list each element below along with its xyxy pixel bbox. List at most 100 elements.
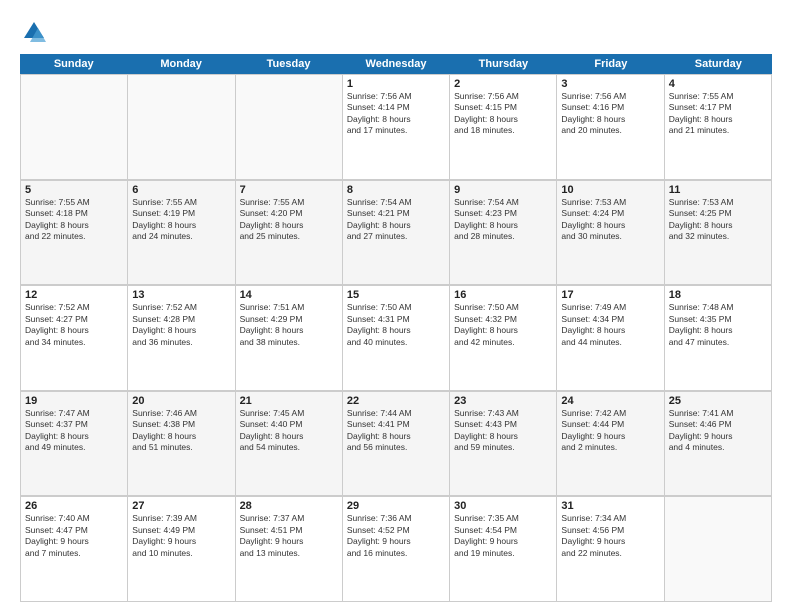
day-number: 14 [240, 289, 338, 301]
calendar-day-21: 21Sunrise: 7:45 AM Sunset: 4:40 PM Dayli… [236, 392, 343, 497]
day-info: Sunrise: 7:34 AM Sunset: 4:56 PM Dayligh… [561, 513, 659, 559]
weekday-header-wednesday: Wednesday [342, 54, 449, 74]
calendar-day-8: 8Sunrise: 7:54 AM Sunset: 4:21 PM Daylig… [343, 181, 450, 286]
day-number: 11 [669, 184, 767, 196]
day-info: Sunrise: 7:35 AM Sunset: 4:54 PM Dayligh… [454, 513, 552, 559]
calendar-empty-cell [665, 497, 772, 602]
calendar-day-29: 29Sunrise: 7:36 AM Sunset: 4:52 PM Dayli… [343, 497, 450, 602]
day-info: Sunrise: 7:43 AM Sunset: 4:43 PM Dayligh… [454, 408, 552, 454]
day-info: Sunrise: 7:39 AM Sunset: 4:49 PM Dayligh… [132, 513, 230, 559]
calendar-week-1: 1Sunrise: 7:56 AM Sunset: 4:14 PM Daylig… [20, 74, 772, 180]
day-number: 2 [454, 78, 552, 90]
day-info: Sunrise: 7:37 AM Sunset: 4:51 PM Dayligh… [240, 513, 338, 559]
day-number: 5 [25, 184, 123, 196]
calendar-day-26: 26Sunrise: 7:40 AM Sunset: 4:47 PM Dayli… [21, 497, 128, 602]
calendar-day-23: 23Sunrise: 7:43 AM Sunset: 4:43 PM Dayli… [450, 392, 557, 497]
calendar-day-15: 15Sunrise: 7:50 AM Sunset: 4:31 PM Dayli… [343, 286, 450, 391]
logo-icon [20, 18, 48, 46]
calendar-day-27: 27Sunrise: 7:39 AM Sunset: 4:49 PM Dayli… [128, 497, 235, 602]
day-number: 26 [25, 500, 123, 512]
calendar-day-1: 1Sunrise: 7:56 AM Sunset: 4:14 PM Daylig… [343, 75, 450, 180]
day-number: 21 [240, 395, 338, 407]
day-number: 31 [561, 500, 659, 512]
day-number: 1 [347, 78, 445, 90]
day-number: 12 [25, 289, 123, 301]
calendar-day-12: 12Sunrise: 7:52 AM Sunset: 4:27 PM Dayli… [21, 286, 128, 391]
calendar-day-7: 7Sunrise: 7:55 AM Sunset: 4:20 PM Daylig… [236, 181, 343, 286]
day-number: 7 [240, 184, 338, 196]
day-info: Sunrise: 7:52 AM Sunset: 4:27 PM Dayligh… [25, 302, 123, 348]
calendar-day-22: 22Sunrise: 7:44 AM Sunset: 4:41 PM Dayli… [343, 392, 450, 497]
day-info: Sunrise: 7:47 AM Sunset: 4:37 PM Dayligh… [25, 408, 123, 454]
day-number: 30 [454, 500, 552, 512]
day-info: Sunrise: 7:46 AM Sunset: 4:38 PM Dayligh… [132, 408, 230, 454]
day-info: Sunrise: 7:55 AM Sunset: 4:20 PM Dayligh… [240, 197, 338, 243]
day-number: 3 [561, 78, 659, 90]
calendar-day-9: 9Sunrise: 7:54 AM Sunset: 4:23 PM Daylig… [450, 181, 557, 286]
day-info: Sunrise: 7:41 AM Sunset: 4:46 PM Dayligh… [669, 408, 767, 454]
calendar-day-31: 31Sunrise: 7:34 AM Sunset: 4:56 PM Dayli… [557, 497, 664, 602]
day-number: 17 [561, 289, 659, 301]
day-info: Sunrise: 7:55 AM Sunset: 4:19 PM Dayligh… [132, 197, 230, 243]
day-number: 27 [132, 500, 230, 512]
day-info: Sunrise: 7:54 AM Sunset: 4:21 PM Dayligh… [347, 197, 445, 243]
header [20, 18, 772, 46]
weekday-header-tuesday: Tuesday [235, 54, 342, 74]
calendar-day-16: 16Sunrise: 7:50 AM Sunset: 4:32 PM Dayli… [450, 286, 557, 391]
weekday-header-sunday: Sunday [20, 54, 127, 74]
calendar-week-5: 26Sunrise: 7:40 AM Sunset: 4:47 PM Dayli… [20, 496, 772, 602]
day-info: Sunrise: 7:53 AM Sunset: 4:24 PM Dayligh… [561, 197, 659, 243]
day-info: Sunrise: 7:54 AM Sunset: 4:23 PM Dayligh… [454, 197, 552, 243]
day-info: Sunrise: 7:36 AM Sunset: 4:52 PM Dayligh… [347, 513, 445, 559]
calendar-empty-cell [236, 75, 343, 180]
weekday-header-saturday: Saturday [665, 54, 772, 74]
weekday-header-monday: Monday [127, 54, 234, 74]
day-info: Sunrise: 7:40 AM Sunset: 4:47 PM Dayligh… [25, 513, 123, 559]
calendar-day-25: 25Sunrise: 7:41 AM Sunset: 4:46 PM Dayli… [665, 392, 772, 497]
weekday-header-thursday: Thursday [450, 54, 557, 74]
day-info: Sunrise: 7:44 AM Sunset: 4:41 PM Dayligh… [347, 408, 445, 454]
calendar-day-28: 28Sunrise: 7:37 AM Sunset: 4:51 PM Dayli… [236, 497, 343, 602]
calendar-day-4: 4Sunrise: 7:55 AM Sunset: 4:17 PM Daylig… [665, 75, 772, 180]
day-info: Sunrise: 7:50 AM Sunset: 4:32 PM Dayligh… [454, 302, 552, 348]
day-number: 13 [132, 289, 230, 301]
day-info: Sunrise: 7:49 AM Sunset: 4:34 PM Dayligh… [561, 302, 659, 348]
calendar-day-6: 6Sunrise: 7:55 AM Sunset: 4:19 PM Daylig… [128, 181, 235, 286]
day-number: 10 [561, 184, 659, 196]
day-info: Sunrise: 7:56 AM Sunset: 4:16 PM Dayligh… [561, 91, 659, 137]
calendar-day-11: 11Sunrise: 7:53 AM Sunset: 4:25 PM Dayli… [665, 181, 772, 286]
day-info: Sunrise: 7:48 AM Sunset: 4:35 PM Dayligh… [669, 302, 767, 348]
calendar-body: 1Sunrise: 7:56 AM Sunset: 4:14 PM Daylig… [20, 74, 772, 602]
day-info: Sunrise: 7:45 AM Sunset: 4:40 PM Dayligh… [240, 408, 338, 454]
calendar-day-20: 20Sunrise: 7:46 AM Sunset: 4:38 PM Dayli… [128, 392, 235, 497]
calendar-day-5: 5Sunrise: 7:55 AM Sunset: 4:18 PM Daylig… [21, 181, 128, 286]
calendar-week-4: 19Sunrise: 7:47 AM Sunset: 4:37 PM Dayli… [20, 391, 772, 497]
calendar-week-3: 12Sunrise: 7:52 AM Sunset: 4:27 PM Dayli… [20, 285, 772, 391]
day-number: 28 [240, 500, 338, 512]
day-info: Sunrise: 7:51 AM Sunset: 4:29 PM Dayligh… [240, 302, 338, 348]
day-info: Sunrise: 7:56 AM Sunset: 4:14 PM Dayligh… [347, 91, 445, 137]
day-info: Sunrise: 7:55 AM Sunset: 4:18 PM Dayligh… [25, 197, 123, 243]
calendar-day-14: 14Sunrise: 7:51 AM Sunset: 4:29 PM Dayli… [236, 286, 343, 391]
day-number: 16 [454, 289, 552, 301]
day-info: Sunrise: 7:52 AM Sunset: 4:28 PM Dayligh… [132, 302, 230, 348]
logo [20, 18, 52, 46]
day-number: 4 [669, 78, 767, 90]
day-number: 20 [132, 395, 230, 407]
day-info: Sunrise: 7:56 AM Sunset: 4:15 PM Dayligh… [454, 91, 552, 137]
day-number: 29 [347, 500, 445, 512]
calendar-empty-cell [21, 75, 128, 180]
calendar-day-17: 17Sunrise: 7:49 AM Sunset: 4:34 PM Dayli… [557, 286, 664, 391]
day-number: 19 [25, 395, 123, 407]
calendar-day-2: 2Sunrise: 7:56 AM Sunset: 4:15 PM Daylig… [450, 75, 557, 180]
calendar-day-18: 18Sunrise: 7:48 AM Sunset: 4:35 PM Dayli… [665, 286, 772, 391]
calendar-day-19: 19Sunrise: 7:47 AM Sunset: 4:37 PM Dayli… [21, 392, 128, 497]
day-number: 15 [347, 289, 445, 301]
calendar-header: SundayMondayTuesdayWednesdayThursdayFrid… [20, 54, 772, 74]
calendar-day-3: 3Sunrise: 7:56 AM Sunset: 4:16 PM Daylig… [557, 75, 664, 180]
day-info: Sunrise: 7:55 AM Sunset: 4:17 PM Dayligh… [669, 91, 767, 137]
calendar: SundayMondayTuesdayWednesdayThursdayFrid… [20, 54, 772, 602]
day-info: Sunrise: 7:53 AM Sunset: 4:25 PM Dayligh… [669, 197, 767, 243]
day-info: Sunrise: 7:42 AM Sunset: 4:44 PM Dayligh… [561, 408, 659, 454]
calendar-week-2: 5Sunrise: 7:55 AM Sunset: 4:18 PM Daylig… [20, 180, 772, 286]
